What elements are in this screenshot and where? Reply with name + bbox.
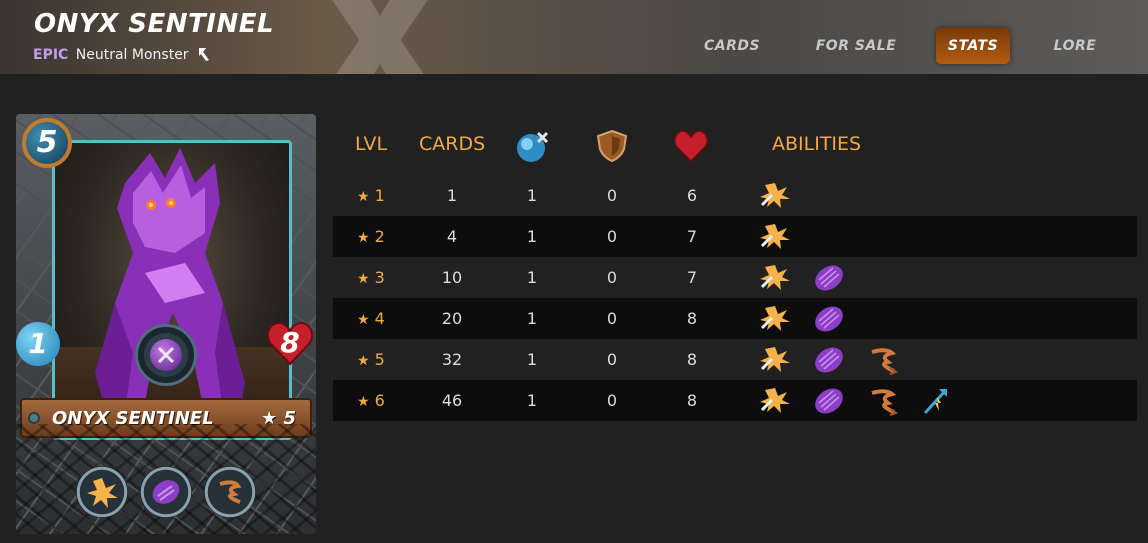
star-icon: ★: [357, 189, 370, 205]
armor-cell: 0: [606, 186, 618, 205]
blast-icon[interactable]: [757, 180, 791, 212]
health-cell: 6: [686, 186, 698, 205]
table-row: ★ 5 32 1 0 8: [333, 339, 1137, 380]
health-header-icon: [674, 130, 708, 163]
tab-cards[interactable]: CARDS: [691, 28, 773, 64]
magic-cell: 1: [526, 186, 538, 205]
star-icon: ★: [357, 394, 370, 410]
cards-cell: 10: [441, 268, 463, 287]
void-armor-icon[interactable]: [812, 303, 846, 335]
magic-cell: 1: [526, 350, 538, 369]
stats-table: LVL CARDS ABILITIES ★1 1 1 0 6 ★2 4 1: [333, 127, 1137, 421]
magic-cell: 1: [526, 268, 538, 287]
tab-for-sale[interactable]: FOR SALE: [807, 28, 905, 64]
banner-rivet-left: [28, 412, 40, 424]
health-cell: 8: [686, 350, 698, 369]
armor-cell: 0: [606, 227, 618, 246]
health-cell: 7: [686, 268, 698, 287]
magic-reflect-icon[interactable]: [919, 385, 953, 417]
armor-cell: 0: [606, 350, 618, 369]
level-value: 4: [374, 309, 385, 328]
health-badge: 8: [266, 320, 314, 366]
magic-attack-icon: [150, 339, 182, 371]
armor-cell: 0: [606, 391, 618, 410]
health-cell: 8: [686, 309, 698, 328]
tab-lore[interactable]: LORE: [1040, 28, 1110, 64]
level-cell: ★ 3: [357, 257, 385, 298]
retaliate-icon[interactable]: [866, 344, 900, 376]
header-cards: CARDS: [419, 133, 486, 155]
armor-cell: 0: [606, 309, 618, 328]
level-cell: ★ 2: [357, 216, 385, 257]
magic-cell: 1: [526, 227, 538, 246]
blast-icon[interactable]: [76, 466, 128, 518]
cards-cell: 20: [441, 309, 463, 328]
magic-cell: 1: [526, 391, 538, 410]
level-cell: ★ 1: [357, 175, 385, 216]
cards-cell: 4: [446, 227, 458, 246]
table-row: ★ 1 1 1 0 6: [333, 175, 1137, 216]
health-cell: 8: [686, 391, 698, 410]
armor-header-icon: [596, 129, 628, 163]
tab-bar: CARDS FOR SALE STATS LORE: [0, 28, 1148, 64]
void-armor-icon[interactable]: [812, 344, 846, 376]
star-icon: ★: [357, 271, 370, 287]
health-value: 8: [280, 326, 300, 359]
cards-cell: 46: [441, 391, 463, 410]
magic-cell: 1: [526, 309, 538, 328]
stats-header-row: LVL CARDS ABILITIES: [333, 127, 1137, 175]
blast-icon[interactable]: [757, 262, 791, 294]
header-abilities: ABILITIES: [772, 133, 862, 155]
armor-cell: 0: [606, 268, 618, 287]
level-value: 3: [374, 268, 385, 287]
header-lvl: LVL: [355, 133, 388, 155]
magic-attack-header-icon: [517, 131, 549, 162]
mana-cost-badge: 5: [22, 118, 72, 168]
table-row: ★ 4 20 1 0 8: [333, 298, 1137, 339]
star-icon: ★: [357, 230, 370, 246]
level-value: 5: [374, 350, 385, 369]
star-icon: ★: [357, 312, 370, 328]
level-value: 1: [374, 186, 385, 205]
table-row: ★ 3 10 1 0 7: [333, 257, 1137, 298]
table-row: ★ 6 46 1 0 8: [333, 380, 1137, 421]
card-ability-slots: [76, 466, 266, 518]
level-value: 2: [374, 227, 385, 246]
cards-cell: 1: [446, 186, 458, 205]
blast-icon[interactable]: [757, 385, 791, 417]
cards-cell: 32: [441, 350, 463, 369]
onyx-sentinel-creature-illustration: [95, 148, 245, 415]
attack-type-gem: [135, 324, 197, 386]
health-cell: 7: [686, 227, 698, 246]
level-cell: ★ 5: [357, 339, 385, 380]
stats-rows: ★1 1 1 0 6 ★2 4 1 0 7 ★3 10 1 0 7 ★4: [333, 175, 1137, 421]
star-icon: ★: [357, 353, 370, 369]
void-armor-icon[interactable]: [140, 466, 192, 518]
blast-icon[interactable]: [757, 344, 791, 376]
table-row: ★ 2 4 1 0 7: [333, 216, 1137, 257]
retaliate-icon[interactable]: [204, 466, 256, 518]
void-armor-icon[interactable]: [812, 385, 846, 417]
monster-card[interactable]: 5 1 8 ONYX SENTINEL ★ 5: [16, 114, 316, 534]
void-armor-icon[interactable]: [812, 262, 846, 294]
magic-attack-badge: 1: [16, 322, 60, 366]
level-value: 6: [374, 391, 385, 410]
blast-icon[interactable]: [757, 303, 791, 335]
retaliate-icon[interactable]: [866, 385, 900, 417]
level-cell: ★ 6: [357, 380, 385, 421]
level-cell: ★ 4: [357, 298, 385, 339]
tab-stats[interactable]: STATS: [936, 28, 1010, 64]
page-header: ONYX SENTINEL EPIC Neutral Monster CARDS…: [0, 0, 1148, 74]
blast-icon[interactable]: [757, 221, 791, 253]
card-artwork: [52, 140, 292, 440]
